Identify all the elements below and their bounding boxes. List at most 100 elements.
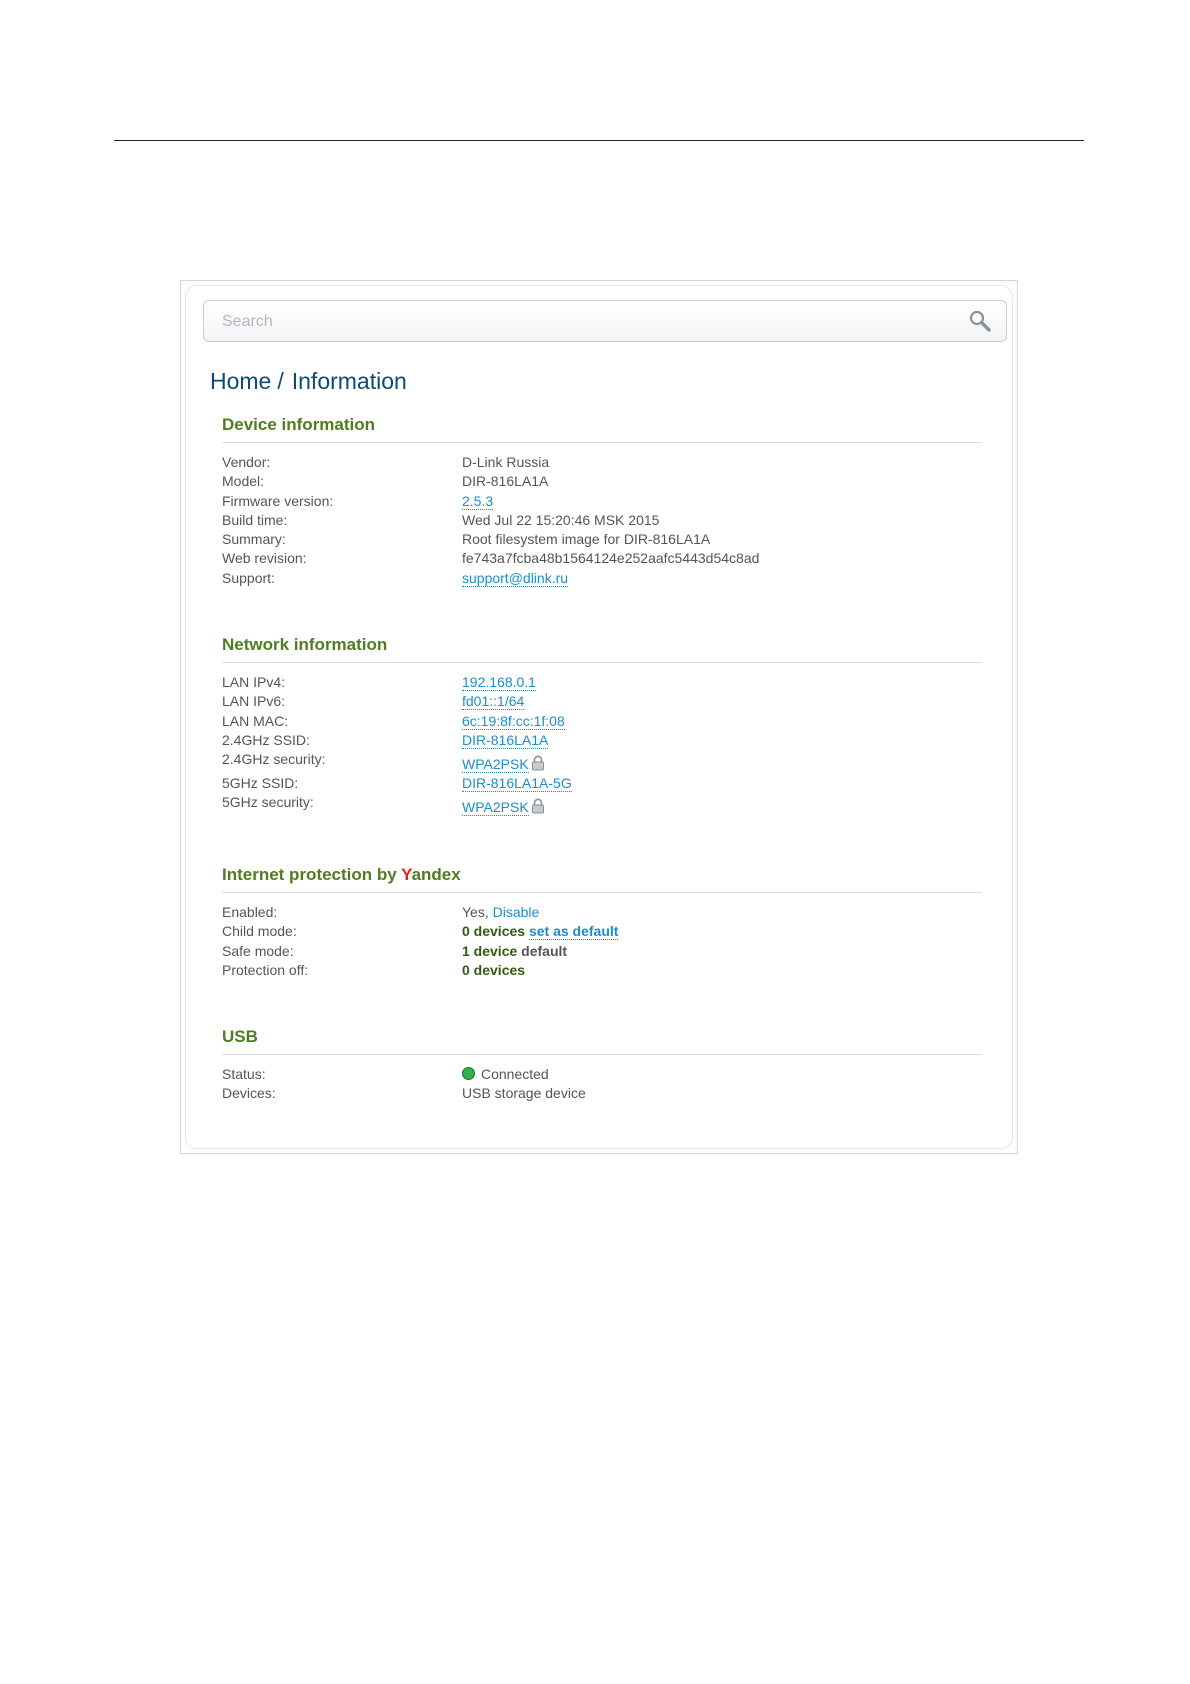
ssid-5-link[interactable]: DIR-816LA1A-5G xyxy=(462,775,572,793)
protection-off-label: Protection off: xyxy=(222,961,309,978)
lan-ipv6-link[interactable]: fd01::1/64 xyxy=(462,693,525,711)
support-label: Support: xyxy=(222,569,275,586)
protection-off-count: 0 devices xyxy=(462,961,526,978)
build-time-value: Wed Jul 22 15:20:46 MSK 2015 xyxy=(462,511,660,528)
safe-mode-default: default xyxy=(521,942,568,959)
status-indicator-icon xyxy=(462,1067,475,1080)
breadcrumb-home[interactable]: Home xyxy=(210,368,271,394)
summary-label: Summary: xyxy=(222,531,286,548)
yandex-brand-first-letter: Y xyxy=(401,865,412,884)
lan-mac-value: 6c:19:8f:cc:1f:08 xyxy=(462,712,565,731)
security-24-link[interactable]: WPA2PSK xyxy=(462,756,529,774)
row-24ghz-ssid: 2.4GHz SSID: DIR-816LA1A xyxy=(222,731,982,750)
search-icon[interactable] xyxy=(968,309,992,333)
enabled-label: Enabled: xyxy=(222,904,278,920)
security-5-link[interactable]: WPA2PSK xyxy=(462,799,529,817)
network-info-section: Network information LAN IPv4: 192.168.0.… xyxy=(222,634,982,817)
row-summary: Summary: Root filesystem image for DIR-8… xyxy=(222,530,982,549)
lan-mac-label: LAN MAC: xyxy=(222,712,289,729)
set-as-default-link[interactable]: set as default xyxy=(528,923,619,941)
lan-ipv4-label: LAN IPv4: xyxy=(222,674,286,690)
support-email-link[interactable]: support@dlink.ru xyxy=(462,569,569,587)
lan-mac-link[interactable]: 6c:19:8f:cc:1f:08 xyxy=(462,712,565,730)
page-top-rule xyxy=(114,140,1084,141)
row-24ghz-security: 2.4GHz security: WPA2PSK xyxy=(222,750,982,774)
safe-mode-count: 1 device xyxy=(462,942,518,959)
vendor-label: Vendor: xyxy=(222,454,271,470)
search-box[interactable] xyxy=(203,300,1007,342)
lan-ipv4-value: 192.168.0.1 xyxy=(462,673,536,692)
model-value: DIR-816LA1A xyxy=(462,473,549,490)
yandex-brand-rest: andex xyxy=(411,865,461,884)
usb-status-label: Status: xyxy=(222,1066,266,1082)
lan-ipv6-value: fd01::1/64 xyxy=(462,692,525,711)
child-mode-count: 0 devices xyxy=(462,923,526,940)
enabled-state: Yes, xyxy=(462,904,489,920)
vendor-value: D-Link Russia xyxy=(462,454,550,470)
lock-icon xyxy=(531,755,544,771)
yandex-title-prefix: Internet protection by xyxy=(222,865,402,884)
row-child-mode: Child mode: 0 devices set as default xyxy=(222,922,982,941)
breadcrumb-separator: / xyxy=(277,368,284,394)
search-input[interactable] xyxy=(220,309,944,335)
security-24-value: WPA2PSK xyxy=(462,755,545,774)
usb-section: USB Status: Connected Devices: USB stora… xyxy=(222,1026,982,1104)
web-revision-label: Web revision: xyxy=(222,550,307,567)
ssid-24-label: 2.4GHz SSID: xyxy=(222,731,310,748)
security-5-label: 5GHz security: xyxy=(222,794,314,811)
yandex-title: Internet protection by Yandex xyxy=(222,864,982,893)
row-5ghz-ssid: 5GHz SSID: DIR-816LA1A-5G xyxy=(222,774,982,793)
safe-mode-value: 1 device default xyxy=(462,942,567,961)
row-web-revision: Web revision: fe743a7fcba48b1564124e252a… xyxy=(222,549,982,568)
safe-mode-label: Safe mode: xyxy=(222,942,294,959)
usb-status-text: Connected xyxy=(481,1066,549,1082)
ssid-24-value: DIR-816LA1A xyxy=(462,731,549,750)
protection-off-value: 0 devices xyxy=(462,961,525,980)
disable-link[interactable]: Disable xyxy=(493,904,540,920)
lan-ipv6-label: LAN IPv6: xyxy=(222,693,286,710)
security-24-label: 2.4GHz security: xyxy=(222,751,326,768)
firmware-version-link[interactable]: 2.5.3 xyxy=(462,492,494,510)
screenshot-frame: Home/ Information Device information Vend… xyxy=(180,280,1018,1154)
info-panel: Home/ Information Device information Vend… xyxy=(185,285,1013,1149)
row-build-time: Build time: Wed Jul 22 15:20:46 MSK 2015 xyxy=(222,511,982,530)
ssid-24-link[interactable]: DIR-816LA1A xyxy=(462,731,549,749)
firmware-label: Firmware version: xyxy=(222,492,334,509)
row-model: Model: DIR-816LA1A xyxy=(222,472,982,491)
usb-status-value: Connected xyxy=(462,1065,549,1084)
row-firmware: Firmware version: 2.5.3 xyxy=(222,492,982,511)
ssid-5-value: DIR-816LA1A-5G xyxy=(462,774,572,793)
lan-ipv4-link[interactable]: 192.168.0.1 xyxy=(462,674,536,691)
usb-devices-label: Devices: xyxy=(222,1085,276,1102)
support-value: support@dlink.ru xyxy=(462,569,569,588)
web-revision-value: fe743a7fcba48b1564124e252aafc5443d54c8ad xyxy=(462,550,760,567)
build-time-label: Build time: xyxy=(222,511,288,528)
child-mode-label: Child mode: xyxy=(222,923,297,940)
row-protection-off: Protection off: 0 devices xyxy=(222,961,982,980)
breadcrumb-current: Information xyxy=(291,368,407,394)
row-support: Support: support@dlink.ru xyxy=(222,569,982,588)
row-5ghz-security: 5GHz security: WPA2PSK xyxy=(222,793,982,817)
row-safe-mode: Safe mode: 1 device default xyxy=(222,942,982,961)
child-mode-value: 0 devices set as default xyxy=(462,922,619,941)
device-info-section: Device information Vendor: D-Link Russia… xyxy=(222,414,982,588)
lock-icon xyxy=(531,798,544,814)
row-enabled: Enabled: Yes, Disable xyxy=(222,903,982,922)
row-lan-mac: LAN MAC: 6c:19:8f:cc:1f:08 xyxy=(222,712,982,731)
usb-devices-value: USB storage device xyxy=(462,1085,586,1102)
row-usb-status: Status: Connected xyxy=(222,1065,982,1084)
row-lan-ipv4: LAN IPv4: 192.168.0.1 xyxy=(222,673,982,692)
network-info-title: Network information xyxy=(222,634,982,663)
firmware-value: 2.5.3 xyxy=(462,492,494,511)
ssid-5-label: 5GHz SSID: xyxy=(222,775,299,792)
breadcrumb: Home / Information xyxy=(210,368,407,395)
device-info-title: Device information xyxy=(222,414,982,443)
row-usb-devices: Devices: USB storage device xyxy=(222,1084,982,1103)
row-lan-ipv6: LAN IPv6: fd01::1/64 xyxy=(222,692,982,711)
row-vendor: Vendor: D-Link Russia xyxy=(222,453,982,472)
enabled-value: Yes, Disable xyxy=(462,903,539,922)
summary-value: Root filesystem image for DIR-816LA1A xyxy=(462,531,711,548)
security-5-value: WPA2PSK xyxy=(462,798,545,817)
usb-title: USB xyxy=(222,1026,982,1055)
model-label: Model: xyxy=(222,473,265,490)
